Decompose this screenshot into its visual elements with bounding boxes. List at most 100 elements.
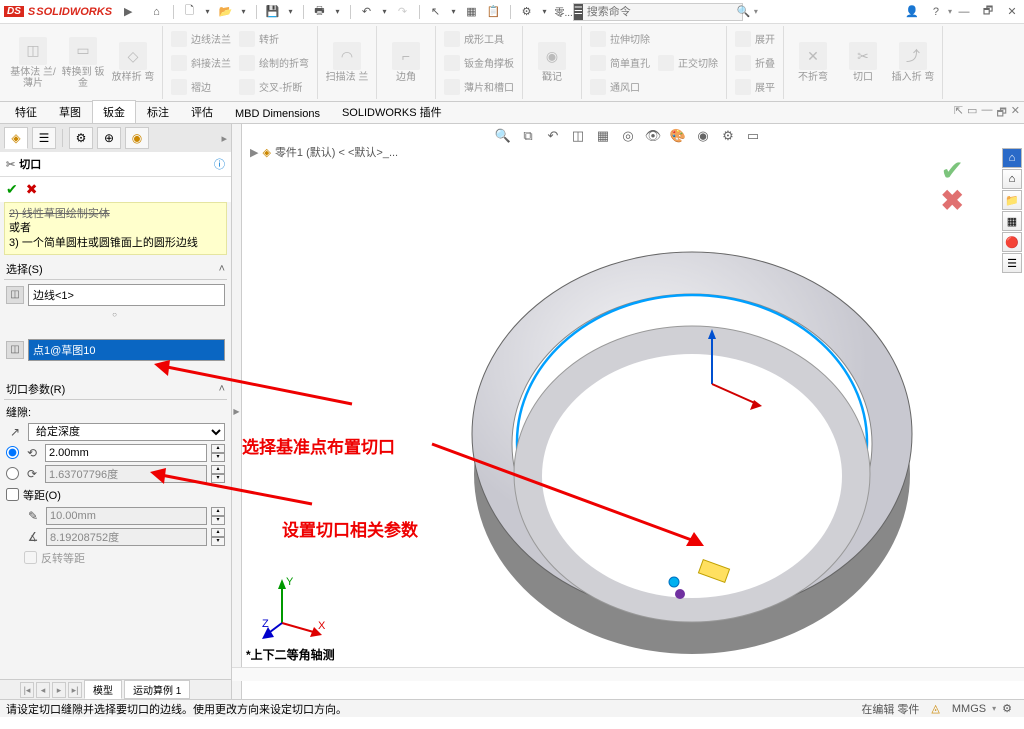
pm-tab-display[interactable]: ◉ — [125, 127, 149, 149]
search-input[interactable] — [583, 6, 733, 18]
model-view[interactable] — [372, 184, 1012, 724]
home-icon[interactable]: ⌂ — [149, 4, 165, 20]
flatten-button[interactable]: 展平 — [733, 76, 777, 98]
view-palette-icon[interactable]: ▦ — [1002, 211, 1022, 231]
depth-radio[interactable] — [6, 446, 19, 459]
section-view-icon[interactable]: ◫ — [567, 126, 589, 146]
appearances-tab-icon[interactable]: 🔴 — [1002, 232, 1022, 252]
confirm-corner-cancel[interactable]: ✖ — [941, 184, 964, 217]
base-flange-button[interactable]: ◫基体法 兰/薄片 — [10, 26, 56, 99]
forming-tool-button[interactable]: 成形工具 — [442, 28, 516, 50]
miter-flange-button[interactable]: 斜接法兰 — [169, 52, 233, 74]
file-explorer-icon[interactable]: 📁 — [1002, 190, 1022, 210]
print-dropdown[interactable]: ▾ — [334, 4, 342, 20]
redo-icon[interactable]: ↷ — [395, 4, 411, 20]
unfold-button[interactable]: 展开 — [733, 28, 777, 50]
zoom-area-icon[interactable]: ⧉ — [517, 126, 539, 146]
panel-pin-icon[interactable]: ▸ — [221, 132, 227, 145]
confirm-corner-ok[interactable]: ✔ — [941, 154, 964, 187]
scene-icon[interactable]: ◉ — [692, 126, 714, 146]
display-style-icon[interactable]: ◎ — [617, 126, 639, 146]
graphics-area[interactable]: ▶ ▶ ◈ 零件1 (默认) < <默认>_... 🔍 ⧉ ↶ ◫ ▦ ◎ 👁 … — [232, 124, 1024, 699]
hide-show-icon[interactable]: 👁 — [642, 126, 664, 146]
panel-splitter[interactable]: ▶ — [232, 124, 242, 699]
minimize-icon[interactable]: — — [952, 2, 976, 22]
tab-annotate[interactable]: 标注 — [136, 100, 180, 123]
tab-features[interactable]: 特征 — [4, 100, 48, 123]
equal-offset-checkbox[interactable] — [6, 488, 19, 501]
open-icon[interactable]: 📂 — [218, 4, 234, 20]
section-collapse-icon[interactable]: ˄ — [219, 263, 225, 275]
tab-nav-last[interactable]: ▸| — [68, 682, 82, 698]
tab-sketch[interactable]: 草图 — [48, 100, 92, 123]
expand-tab-icon[interactable]: ⇱ — [954, 104, 963, 123]
resources-tab-icon[interactable]: ⌂ — [1002, 148, 1022, 168]
settings-dropdown[interactable]: ▾ — [541, 4, 549, 20]
settings-icon[interactable]: ⚙ — [519, 4, 535, 20]
doc-restore-icon[interactable]: 🗗 — [996, 104, 1006, 123]
select-dropdown[interactable]: ▾ — [450, 4, 458, 20]
zoom-fit-icon[interactable]: 🔍 — [492, 126, 514, 146]
view-settings-icon[interactable]: ⚙ — [717, 126, 739, 146]
rip-button[interactable]: ✂切口 — [840, 26, 886, 99]
simple-hole-button[interactable]: 简单直孔 — [588, 52, 652, 74]
pm-cancel-button[interactable]: ✖ — [26, 181, 38, 198]
tab-nav-first[interactable]: |◂ — [20, 682, 34, 698]
tab-nav-prev[interactable]: ◂ — [36, 682, 50, 698]
spin-down[interactable]: ▾ — [211, 516, 225, 525]
rebuild-icon[interactable]: ▦ — [464, 4, 480, 20]
save-icon[interactable]: 💾 — [265, 4, 281, 20]
pm-tab-dimxpert[interactable]: ⊕ — [97, 127, 121, 149]
spin-down[interactable]: ▾ — [211, 453, 225, 462]
extruded-cut-button[interactable]: 拉伸切除 — [588, 28, 652, 50]
swept-flange-button[interactable]: ◠扫描法 兰 — [324, 26, 370, 99]
normal-cut-button[interactable]: 正交切除 — [656, 52, 720, 74]
tab-evaluate[interactable]: 评估 — [180, 100, 224, 123]
doc-close-icon[interactable]: ✕ — [1011, 104, 1020, 123]
design-library-icon[interactable]: ⌂ — [1002, 169, 1022, 189]
spin-down[interactable]: ▾ — [211, 537, 225, 546]
custom-props-icon[interactable]: ☰ — [1002, 253, 1022, 273]
depth-type-select[interactable]: 给定深度 — [28, 423, 225, 441]
depth-input[interactable] — [45, 444, 207, 462]
reference-triad[interactable]: Y X Z — [262, 573, 332, 643]
cross-break-button[interactable]: 交叉-折断 — [237, 76, 311, 98]
tab-nav-next[interactable]: ▸ — [52, 682, 66, 698]
point-selection-box[interactable]: 点1@草图10 — [28, 339, 225, 361]
gusset-button[interactable]: 钣金角撑板 — [442, 52, 516, 74]
sketched-bend-button[interactable]: 绘制的折弯 — [237, 52, 311, 74]
convert-sheetmetal-button[interactable]: ▭转换到 钣金 — [60, 26, 106, 99]
doc-minimize-icon[interactable]: — — [981, 104, 992, 123]
reverse-direction-icon[interactable]: ↗ — [6, 423, 24, 441]
search-dropdown[interactable]: ▾ — [751, 4, 761, 20]
save-dropdown[interactable]: ▾ — [287, 4, 295, 20]
search-menu-icon[interactable]: ☰ — [574, 4, 583, 20]
pm-ok-button[interactable]: ✔ — [6, 181, 18, 198]
spin-up[interactable]: ▴ — [211, 507, 225, 516]
pm-tab-feature[interactable]: ◈ — [4, 127, 28, 149]
dropdown-text[interactable]: 零... — [555, 4, 573, 20]
stamp-button[interactable]: ◉戳记 — [529, 26, 575, 99]
tile-icon[interactable]: ▭ — [967, 104, 977, 123]
tab-addins[interactable]: SOLIDWORKS 插件 — [331, 100, 453, 123]
tab-mbd[interactable]: MBD Dimensions — [224, 104, 331, 123]
pm-tab-property[interactable]: ☰ — [32, 127, 56, 149]
corner-button[interactable]: ⌐边角 — [383, 26, 429, 99]
spin-down[interactable]: ▾ — [211, 474, 225, 483]
no-bend-button[interactable]: ✕不折弯 — [790, 26, 836, 99]
loft-bend-button[interactable]: ◇放样折 弯 — [110, 26, 156, 99]
section-collapse-icon[interactable]: ˄ — [219, 383, 225, 395]
undo-dropdown[interactable]: ▾ — [381, 4, 389, 20]
edge-selection-box[interactable]: 边线<1> — [28, 284, 225, 306]
tab-motion[interactable]: 运动算例 1 — [124, 680, 190, 699]
angle-radio[interactable] — [6, 467, 19, 480]
new-icon[interactable]: 🗋 — [182, 4, 198, 20]
fold-button[interactable]: 折叠 — [733, 52, 777, 74]
close-icon[interactable]: ✕ — [1000, 2, 1024, 22]
jog-button[interactable]: 转折 — [237, 28, 311, 50]
undo-icon[interactable]: ↶ — [359, 4, 375, 20]
tab-slot-button[interactable]: 薄片和槽口 — [442, 76, 516, 98]
spin-up[interactable]: ▴ — [211, 528, 225, 537]
tab-model[interactable]: 模型 — [84, 680, 122, 699]
restore-icon[interactable]: 🗗 — [976, 2, 1000, 22]
